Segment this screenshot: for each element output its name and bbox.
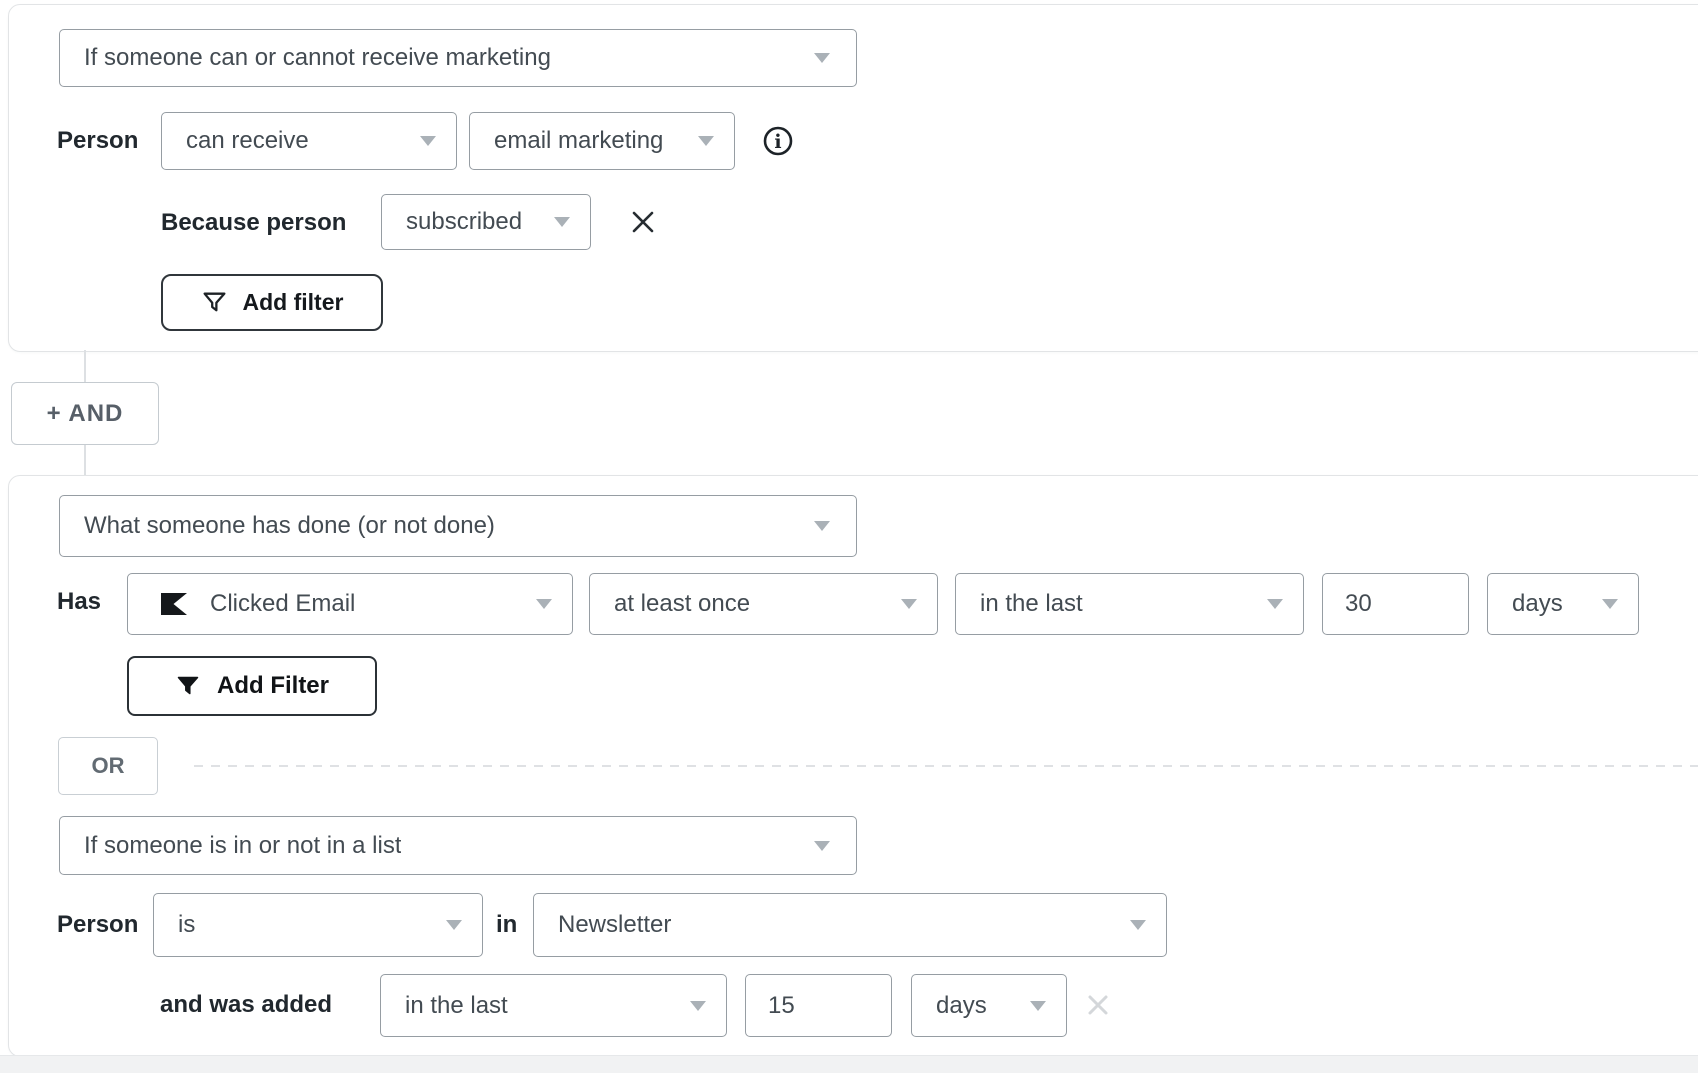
- chevron-down-icon: [814, 53, 830, 63]
- or-dashed-divider: [194, 765, 1698, 767]
- consent-select[interactable]: can receive: [161, 112, 457, 170]
- or-connector-button[interactable]: OR: [58, 737, 158, 795]
- added-timeframe-select[interactable]: in the last: [380, 974, 727, 1037]
- condition-group-consent: If someone can or cannot receive marketi…: [8, 4, 1698, 352]
- membership-operator-select[interactable]: is: [153, 893, 483, 957]
- and-was-added-label: and was added: [160, 993, 332, 1017]
- chevron-down-icon: [554, 217, 570, 227]
- close-icon[interactable]: [629, 208, 657, 236]
- condition-type-select-2[interactable]: What someone has done (or not done): [59, 495, 857, 557]
- chevron-down-icon: [1267, 599, 1283, 609]
- has-label: Has: [57, 590, 101, 614]
- page-footer-strip: [0, 1055, 1698, 1073]
- add-and-condition-button[interactable]: + AND: [11, 382, 159, 445]
- reason-select[interactable]: subscribed: [381, 194, 591, 250]
- person-label: Person: [57, 129, 138, 153]
- info-icon[interactable]: i: [762, 125, 794, 157]
- unit-select[interactable]: days: [1487, 573, 1639, 635]
- timeframe-select[interactable]: in the last: [955, 573, 1304, 635]
- in-label: in: [496, 913, 517, 937]
- connector-line-bottom: [84, 445, 86, 475]
- chevron-down-icon: [420, 136, 436, 146]
- frequency-select[interactable]: at least once: [589, 573, 938, 635]
- quantity-input[interactable]: [1322, 573, 1469, 635]
- chevron-down-icon: [814, 841, 830, 851]
- connector-line-top: [84, 350, 86, 382]
- list-select[interactable]: Newsletter: [533, 893, 1167, 957]
- condition-group-behavior: What someone has done (or not done) Has …: [8, 475, 1698, 1057]
- klaviyo-flag-icon: [160, 593, 188, 615]
- chevron-down-icon: [1030, 1001, 1046, 1011]
- chevron-down-icon: [446, 920, 462, 930]
- close-icon-disabled[interactable]: [1085, 992, 1111, 1018]
- chevron-down-icon: [1130, 920, 1146, 930]
- funnel-outline-icon: [201, 289, 228, 316]
- because-person-label: Because person: [161, 211, 346, 235]
- condition-type-select-3[interactable]: If someone is in or not in a list: [59, 816, 857, 875]
- person-label-2: Person: [57, 913, 138, 937]
- condition-type-value: If someone can or cannot receive marketi…: [84, 44, 551, 72]
- funnel-filled-icon: [175, 673, 201, 699]
- metric-select[interactable]: Clicked Email: [127, 573, 573, 635]
- add-filter-button-2[interactable]: Add Filter: [127, 656, 377, 716]
- chevron-down-icon: [901, 599, 917, 609]
- chevron-down-icon: [814, 521, 830, 531]
- chevron-down-icon: [690, 1001, 706, 1011]
- chevron-down-icon: [698, 136, 714, 146]
- svg-text:i: i: [774, 131, 781, 153]
- added-quantity-input[interactable]: [745, 974, 892, 1037]
- chevron-down-icon: [536, 599, 552, 609]
- condition-type-select[interactable]: If someone can or cannot receive marketi…: [59, 29, 857, 87]
- chevron-down-icon: [1602, 599, 1618, 609]
- add-filter-button[interactable]: Add filter: [161, 274, 383, 331]
- channel-select[interactable]: email marketing: [469, 112, 735, 170]
- added-unit-select[interactable]: days: [911, 974, 1067, 1037]
